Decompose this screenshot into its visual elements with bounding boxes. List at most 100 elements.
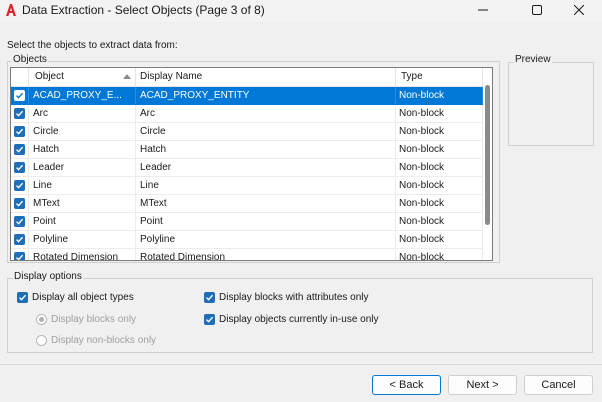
maximize-icon — [532, 5, 542, 15]
table-row[interactable]: Arc Arc Non-block — [11, 105, 483, 123]
non-blocks-only-label: Display non-blocks only — [51, 334, 157, 346]
checkbox-checked-icon — [14, 216, 25, 227]
checkbox-checked-icon — [14, 108, 25, 119]
preview-groupbox — [508, 62, 594, 146]
row-type-cell: Non-block — [396, 177, 483, 194]
blocks-only-radio[interactable]: Display blocks only — [36, 312, 136, 326]
checkbox-checked-icon — [14, 234, 25, 245]
radio-selected-icon — [36, 313, 47, 325]
row-type-cell: Non-block — [396, 159, 483, 176]
checkbox-checked-icon — [204, 313, 215, 325]
row-object-cell: Arc — [29, 105, 136, 122]
instruction-label: Select the objects to extract data from: — [7, 40, 178, 51]
row-object-cell: Point — [29, 213, 136, 230]
close-button[interactable] — [556, 0, 602, 20]
checkbox-checked-icon — [17, 291, 28, 303]
checkbox-checked-icon — [14, 198, 25, 209]
header-type[interactable]: Type — [396, 68, 483, 86]
checkbox-checked-icon — [14, 144, 25, 155]
row-type-cell: Non-block — [396, 213, 483, 230]
row-object-cell: Leader — [29, 159, 136, 176]
scrollbar-thumb[interactable] — [485, 85, 490, 225]
row-object-cell: Line — [29, 177, 136, 194]
row-display-name-cell: Polyline — [136, 231, 396, 248]
checkbox-checked-icon — [14, 162, 25, 173]
row-display-name-cell: Arc — [136, 105, 396, 122]
table-row[interactable]: Rotated Dimension Rotated Dimension Non-bl… — [11, 249, 483, 260]
display-options-caption: Display options — [13, 271, 83, 282]
row-type-cell: Non-block — [396, 141, 483, 158]
table-row[interactable]: ACAD_PROXY_E... ACAD_PROXY_ENTITY Non-bloc… — [11, 87, 483, 105]
table-row[interactable]: Circle Circle Non-block — [11, 123, 483, 141]
row-object-cell: Circle — [29, 123, 136, 140]
row-object-cell: Rotated Dimension — [29, 249, 136, 260]
row-type-cell: Non-block — [396, 105, 483, 122]
display-all-types-checkbox[interactable]: Display all object types — [17, 290, 134, 304]
row-object-cell: Polyline — [29, 231, 136, 248]
row-object-cell: MText — [29, 195, 136, 212]
row-type-cell: Non-block — [396, 195, 483, 212]
row-checkbox-cell[interactable] — [11, 159, 29, 176]
checkbox-checked-icon — [204, 291, 215, 303]
row-checkbox-cell[interactable] — [11, 87, 29, 104]
table-row[interactable]: Line Line Non-block — [11, 177, 483, 195]
cancel-button[interactable]: Cancel — [524, 375, 593, 395]
row-object-cell: ACAD_PROXY_E... — [29, 87, 136, 104]
header-object-label: Object — [35, 71, 64, 82]
table-row[interactable]: Hatch Hatch Non-block — [11, 141, 483, 159]
blocks-with-attributes-checkbox[interactable]: Display blocks with attributes only — [204, 290, 369, 304]
close-icon — [574, 5, 584, 15]
row-checkbox-cell[interactable] — [11, 231, 29, 248]
row-type-cell: Non-block — [396, 249, 483, 260]
row-display-name-cell: Circle — [136, 123, 396, 140]
row-display-name-cell: Line — [136, 177, 396, 194]
row-display-name-cell: Rotated Dimension — [136, 249, 396, 260]
window-title: Data Extraction - Select Objects (Page 3… — [22, 3, 265, 17]
row-checkbox-cell[interactable] — [11, 213, 29, 230]
row-checkbox-cell[interactable] — [11, 141, 29, 158]
checkbox-checked-icon — [14, 90, 25, 101]
row-display-name-cell: Hatch — [136, 141, 396, 158]
minimize-icon — [478, 5, 488, 15]
checkbox-checked-icon — [14, 126, 25, 137]
sort-ascending-icon — [123, 74, 131, 79]
row-checkbox-cell[interactable] — [11, 105, 29, 122]
preview-group-caption: Preview — [514, 54, 552, 65]
row-display-name-cell: ACAD_PROXY_ENTITY — [136, 87, 396, 104]
maximize-button[interactable] — [514, 0, 560, 20]
header-object[interactable]: Object — [29, 68, 136, 86]
next-button[interactable]: Next > — [448, 375, 517, 395]
display-all-types-label: Display all object types — [32, 291, 134, 303]
vertical-scrollbar[interactable] — [483, 68, 492, 260]
row-object-cell: Hatch — [29, 141, 136, 158]
objects-list[interactable]: Object Display Name Type ACAD_PROXY_E...… — [10, 67, 493, 261]
back-button[interactable]: < Back — [372, 375, 441, 395]
objects-in-use-checkbox[interactable]: Display objects currently in-use only — [204, 312, 379, 326]
data-extraction-dialog: Data Extraction - Select Objects (Page 3… — [0, 0, 602, 402]
header-check-column[interactable] — [11, 68, 29, 86]
row-display-name-cell: MText — [136, 195, 396, 212]
autocad-logo-icon — [5, 3, 17, 17]
row-checkbox-cell[interactable] — [11, 249, 29, 260]
blocks-only-label: Display blocks only — [51, 313, 137, 325]
minimize-button[interactable] — [460, 0, 506, 20]
non-blocks-only-radio[interactable]: Display non-blocks only — [36, 333, 156, 347]
row-checkbox-cell[interactable] — [11, 123, 29, 140]
table-row[interactable]: Leader Leader Non-block — [11, 159, 483, 177]
blocks-with-attributes-label: Display blocks with attributes only — [219, 291, 369, 303]
table-row[interactable]: Polyline Polyline Non-block — [11, 231, 483, 249]
footer-separator — [0, 364, 602, 365]
row-display-name-cell: Leader — [136, 159, 396, 176]
table-row[interactable]: Point Point Non-block — [11, 213, 483, 231]
table-row[interactable]: MText MText Non-block — [11, 195, 483, 213]
checkbox-checked-icon — [14, 252, 25, 260]
row-checkbox-cell[interactable] — [11, 177, 29, 194]
row-display-name-cell: Point — [136, 213, 396, 230]
row-checkbox-cell[interactable] — [11, 195, 29, 212]
header-display-name[interactable]: Display Name — [136, 68, 396, 86]
checkbox-checked-icon — [14, 180, 25, 191]
objects-group-caption: Objects — [12, 54, 48, 65]
list-header: Object Display Name Type — [11, 68, 483, 87]
title-bar: Data Extraction - Select Objects (Page 3… — [0, 0, 602, 22]
row-type-cell: Non-block — [396, 231, 483, 248]
